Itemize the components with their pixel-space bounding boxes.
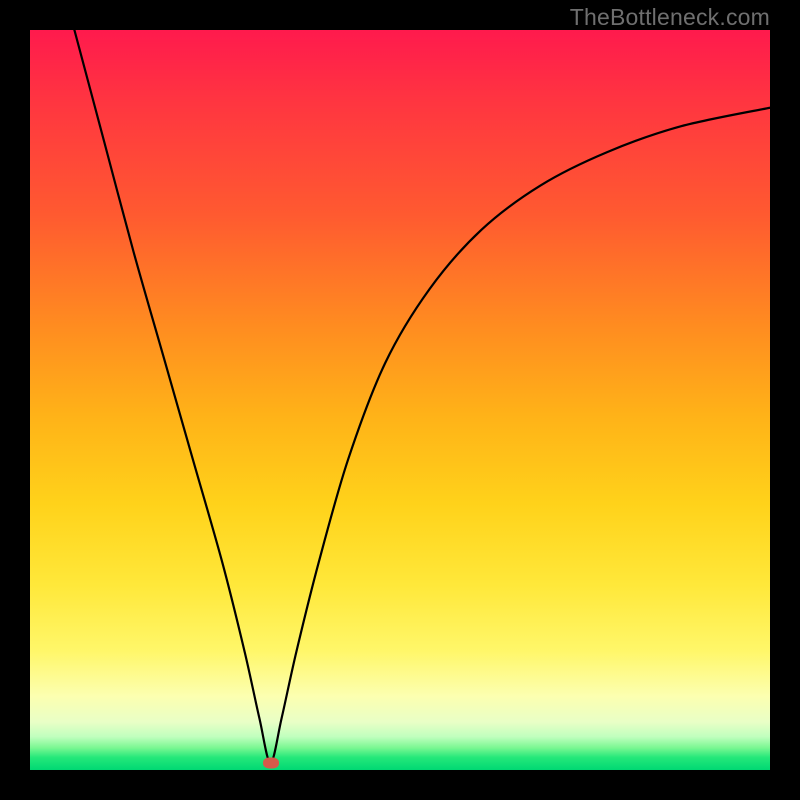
watermark-text: TheBottleneck.com	[570, 4, 770, 31]
optimal-point-marker	[263, 757, 279, 768]
curve-path	[74, 30, 770, 763]
plot-area	[30, 30, 770, 770]
chart-frame: TheBottleneck.com	[0, 0, 800, 800]
bottleneck-curve	[30, 30, 770, 770]
